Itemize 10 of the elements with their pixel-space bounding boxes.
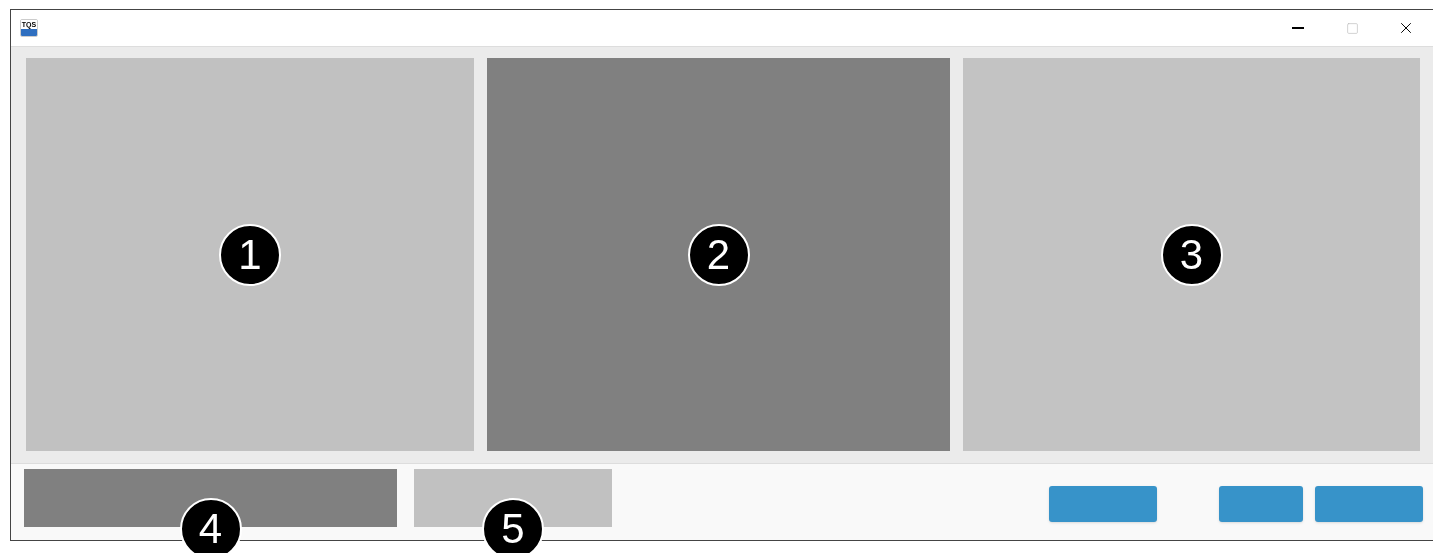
action-button[interactable] — [1049, 486, 1157, 522]
callout-marker: 2 — [687, 223, 750, 286]
callout-marker: 1 — [219, 223, 281, 286]
callout-marker: 3 — [1160, 223, 1223, 286]
minimize-icon — [1292, 27, 1304, 29]
callout-marker: 5 — [482, 498, 544, 553]
action-button[interactable] — [1219, 486, 1303, 522]
action-button[interactable] — [1315, 486, 1423, 522]
callout-marker: 4 — [179, 498, 242, 553]
maximize-icon — [1345, 21, 1359, 35]
